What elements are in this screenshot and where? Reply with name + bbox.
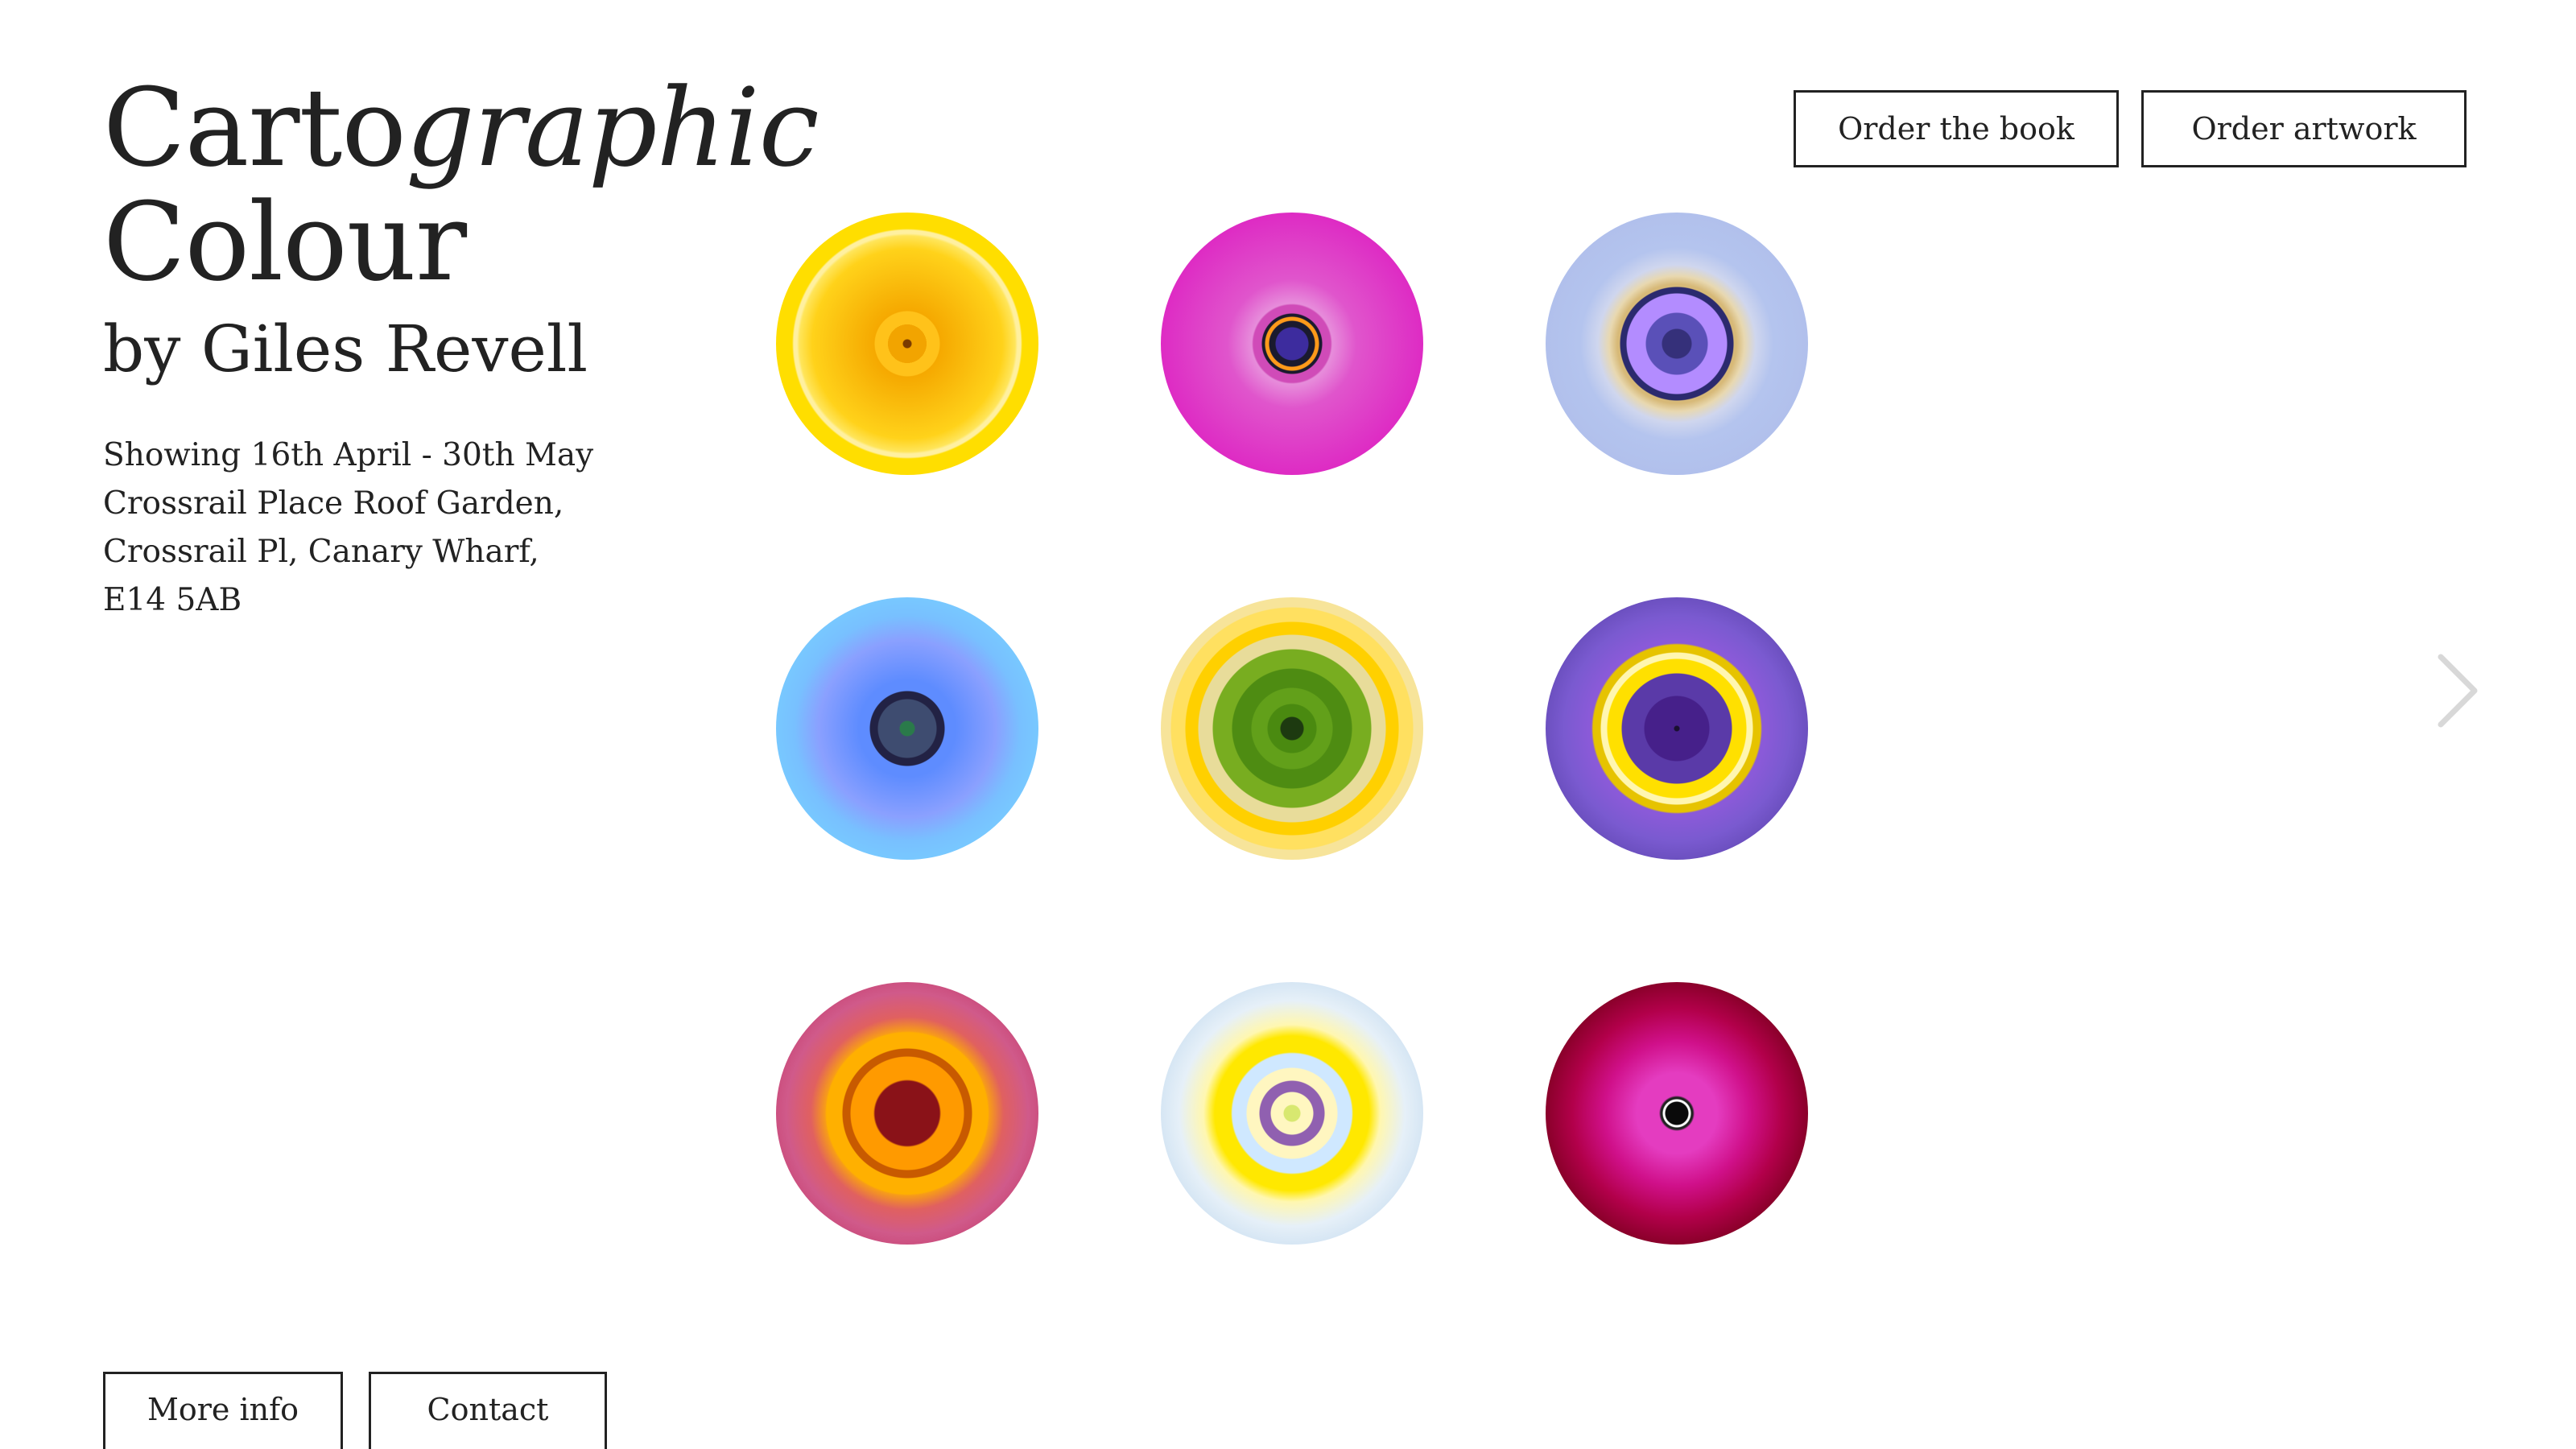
- order-book-button[interactable]: Order the book: [1794, 90, 2119, 167]
- artwork-disc-3[interactable]: [1546, 213, 1808, 475]
- artwork-disc-8[interactable]: [1161, 982, 1423, 1245]
- contact-button[interactable]: Contact: [369, 1372, 607, 1449]
- title-part-2-italic: graphic: [406, 65, 819, 191]
- artwork-disc-4[interactable]: [776, 597, 1038, 860]
- artwork-disc-2[interactable]: [1161, 213, 1423, 475]
- title-part-1: Carto: [103, 65, 407, 191]
- artwork-disc-1[interactable]: [776, 213, 1038, 475]
- exhibition-details: Showing 16th April - 30th May Crossrail …: [103, 431, 667, 625]
- exhibition-dates: Showing 16th April - 30th May: [103, 437, 594, 473]
- order-artwork-button[interactable]: Order artwork: [2141, 90, 2467, 167]
- artwork-disc-5[interactable]: [1161, 597, 1423, 860]
- artist-byline: by Giles Revell: [103, 312, 588, 386]
- artwork-disc-7[interactable]: [776, 982, 1038, 1245]
- page-title: Cartographic Colour: [103, 71, 819, 299]
- more-info-button[interactable]: More info: [103, 1372, 343, 1449]
- artwork-disc-6[interactable]: [1546, 597, 1808, 860]
- chevron-right-icon[interactable]: [2431, 649, 2486, 733]
- artwork-grid: [776, 213, 1808, 1251]
- venue-line-2: Crossrail Pl, Canary Wharf,: [103, 534, 539, 570]
- artwork-disc-9[interactable]: [1546, 982, 1808, 1245]
- venue-postcode: E14 5AB: [103, 582, 242, 618]
- title-line-2: Colour: [103, 180, 467, 305]
- venue-line-1: Crossrail Place Roof Garden,: [103, 485, 564, 522]
